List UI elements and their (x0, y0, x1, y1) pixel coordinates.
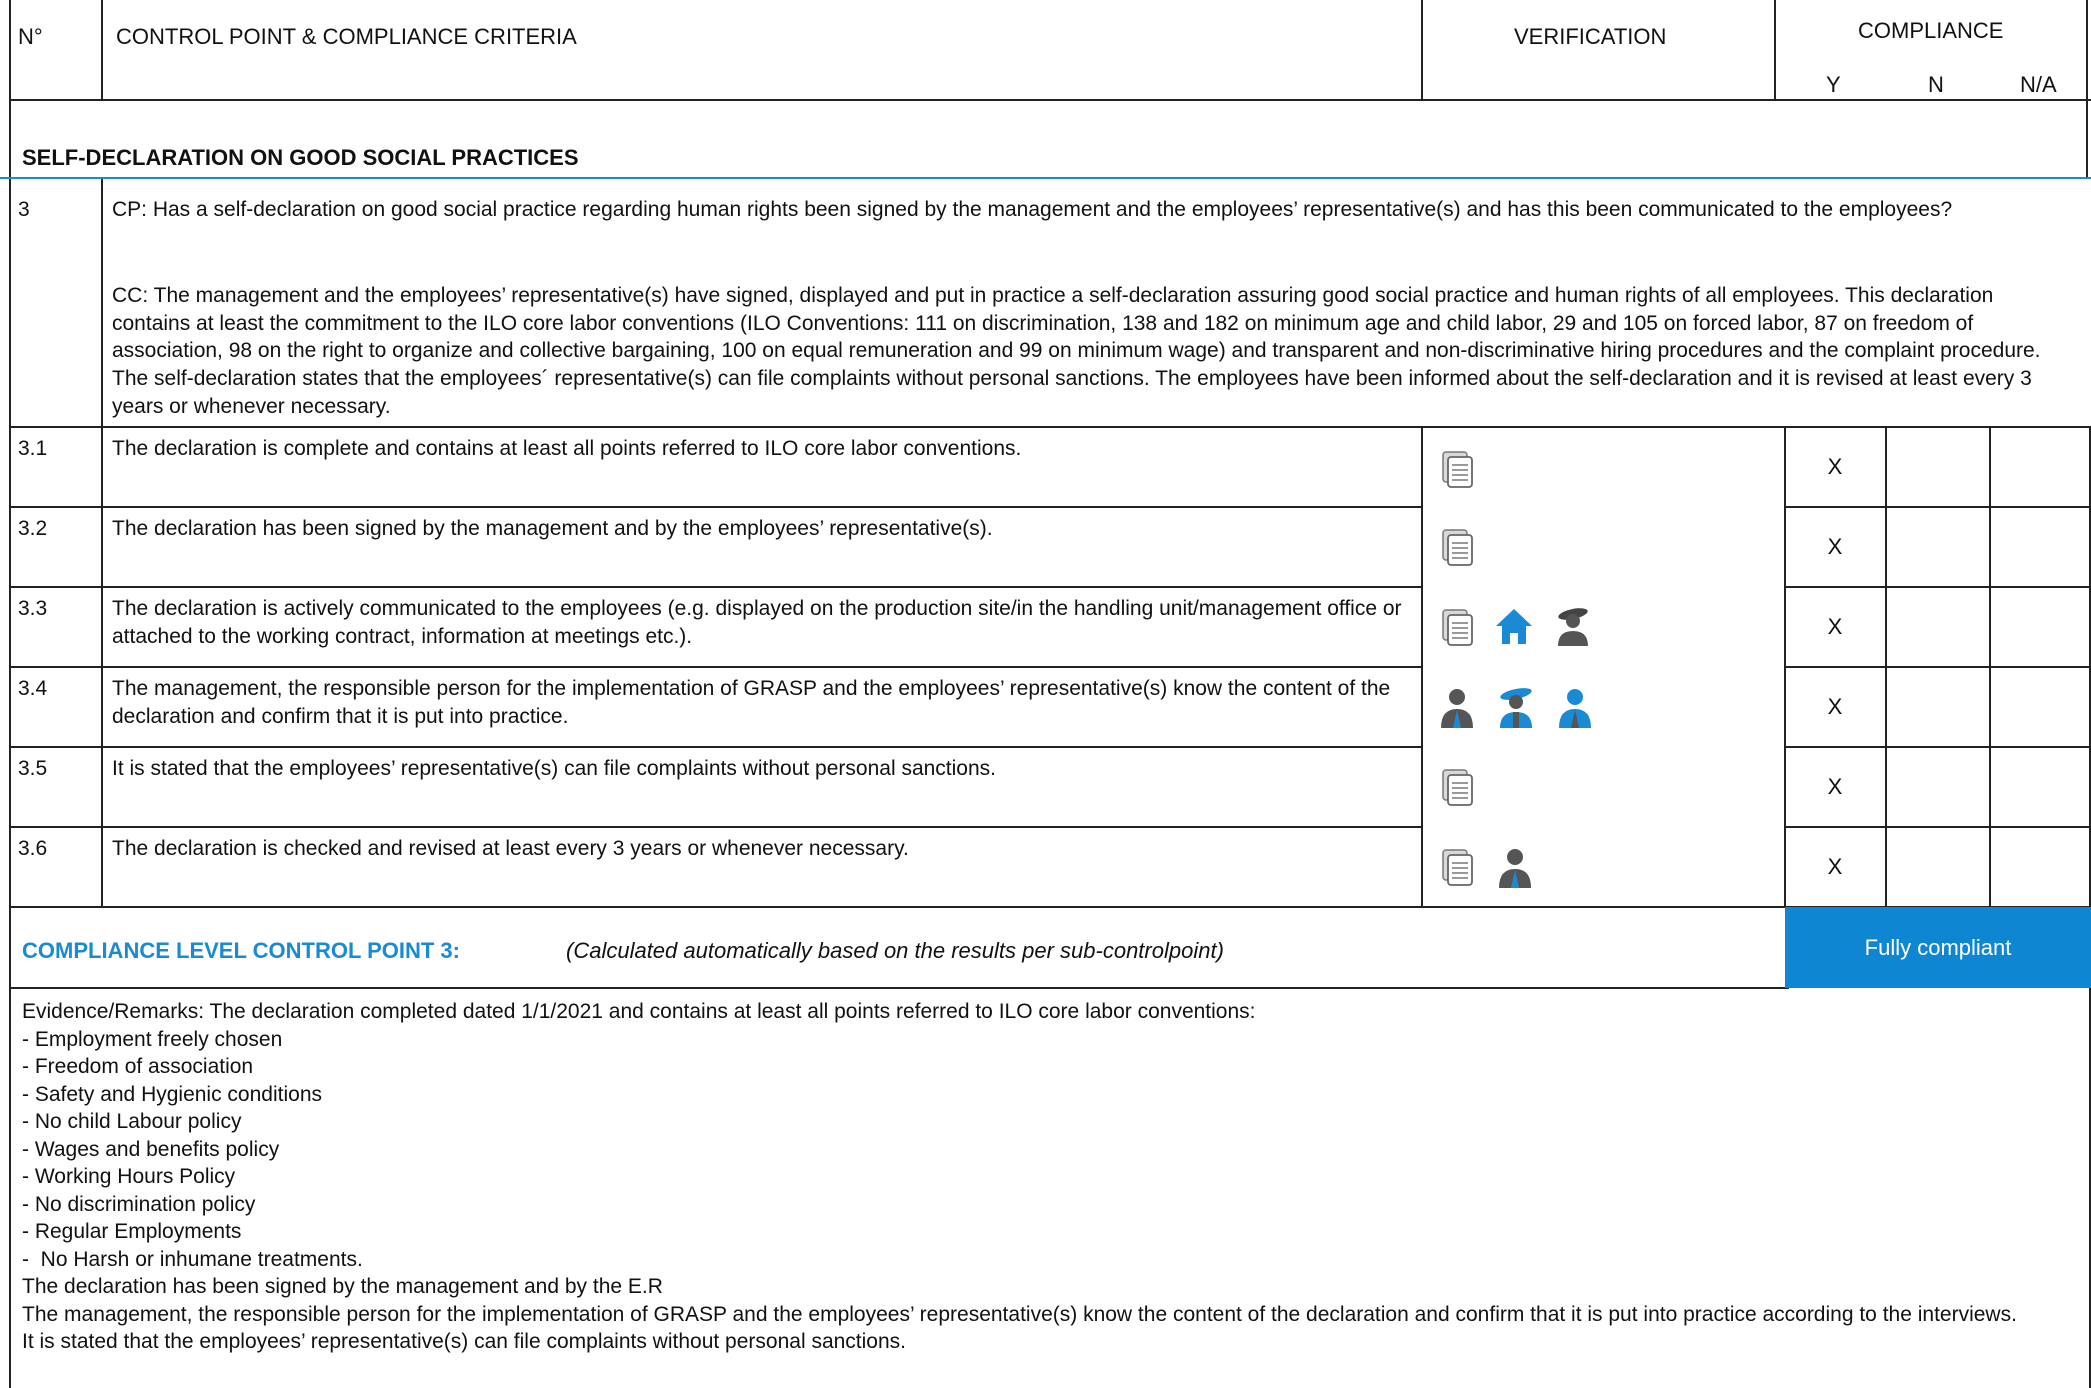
document-icon (1440, 608, 1476, 648)
remark-line: The management, the responsible person f… (22, 1302, 2017, 1326)
row-text: It is stated that the employees’ represe… (112, 757, 996, 780)
header-criteria: CONTROL POINT & COMPLIANCE CRITERIA (116, 24, 577, 49)
compliance-y-cell[interactable]: X (1785, 587, 1885, 667)
row-text: The declaration is checked and revised a… (112, 837, 909, 860)
remark-line: - Wages and benefits policy (22, 1137, 280, 1161)
header-n: N (1928, 72, 1944, 97)
compliance-y-cell[interactable]: X (1785, 827, 1885, 907)
remark-line: - Employment freely chosen (22, 1027, 283, 1051)
row-number: 3.1 (18, 437, 48, 460)
row-number: 3.5 (18, 757, 48, 780)
compliance-level-label: COMPLIANCE LEVEL CONTROL POINT 3: (22, 938, 460, 963)
row-text: The declaration is actively communicated… (112, 597, 1402, 648)
header-compliance: COMPLIANCE (1858, 18, 2004, 43)
header-verification: VERIFICATION (1514, 24, 1667, 49)
compliance-y-cell[interactable]: X (1785, 427, 1885, 507)
remark-line: - Working Hours Policy (22, 1165, 236, 1188)
remark-line: - No child Labour policy (22, 1110, 242, 1133)
header-no: N° (18, 24, 43, 49)
control-point-number: 3 (18, 198, 30, 221)
remark-line: The declaration has been signed by the m… (22, 1275, 663, 1298)
evidence-remarks: Evidence/Remarks: The declaration comple… (22, 998, 2072, 1356)
worker-icon (1552, 604, 1594, 648)
row-text: The declaration has been signed by the m… (112, 517, 993, 540)
control-point-question: CP: Has a self-declaration on good socia… (112, 198, 1953, 221)
section-title: SELF-DECLARATION ON GOOD SOCIAL PRACTICE… (22, 145, 579, 170)
row-number: 3.2 (18, 517, 48, 540)
compliance-y-cell[interactable]: X (1785, 507, 1885, 587)
row-text: The management, the responsible person f… (112, 677, 1391, 728)
remark-line: - Freedom of association (22, 1055, 254, 1078)
remark-line: Evidence/Remarks: The declaration comple… (22, 1000, 1256, 1023)
representative-icon (1554, 686, 1596, 730)
house-icon (1494, 606, 1534, 646)
document-icon (1440, 528, 1476, 568)
section-divider (0, 177, 2091, 179)
row-text: The declaration is complete and contains… (112, 437, 1022, 460)
manager-icon (1494, 846, 1536, 890)
header-y: Y (1826, 72, 1841, 97)
compliance-y-cell[interactable]: X (1785, 747, 1885, 827)
row-number: 3.6 (18, 837, 48, 860)
row-number: 3.4 (18, 677, 48, 700)
row-number: 3.3 (18, 597, 48, 620)
header-na: N/A (2020, 72, 2057, 97)
remark-line: - Safety and Hygienic conditions (22, 1082, 322, 1106)
remark-line: - No Harsh or inhumane treatments. (22, 1247, 363, 1271)
manager-icon (1436, 686, 1478, 730)
document-icon (1440, 450, 1476, 490)
compliance-level-result: Fully compliant (1785, 907, 2091, 988)
document-icon (1440, 848, 1476, 888)
remark-line: - Regular Employments (22, 1220, 242, 1243)
remark-line: - No discrimination policy (22, 1192, 256, 1216)
remark-line: It is stated that the employees’ represe… (22, 1330, 906, 1353)
compliance-criteria: CC: The management and the employees’ re… (112, 284, 2041, 418)
compliance-y-cell[interactable]: X (1785, 667, 1885, 747)
worker-icon (1494, 684, 1538, 730)
document-icon (1440, 768, 1476, 808)
compliance-level-note: (Calculated automatically based on the r… (566, 938, 1224, 963)
